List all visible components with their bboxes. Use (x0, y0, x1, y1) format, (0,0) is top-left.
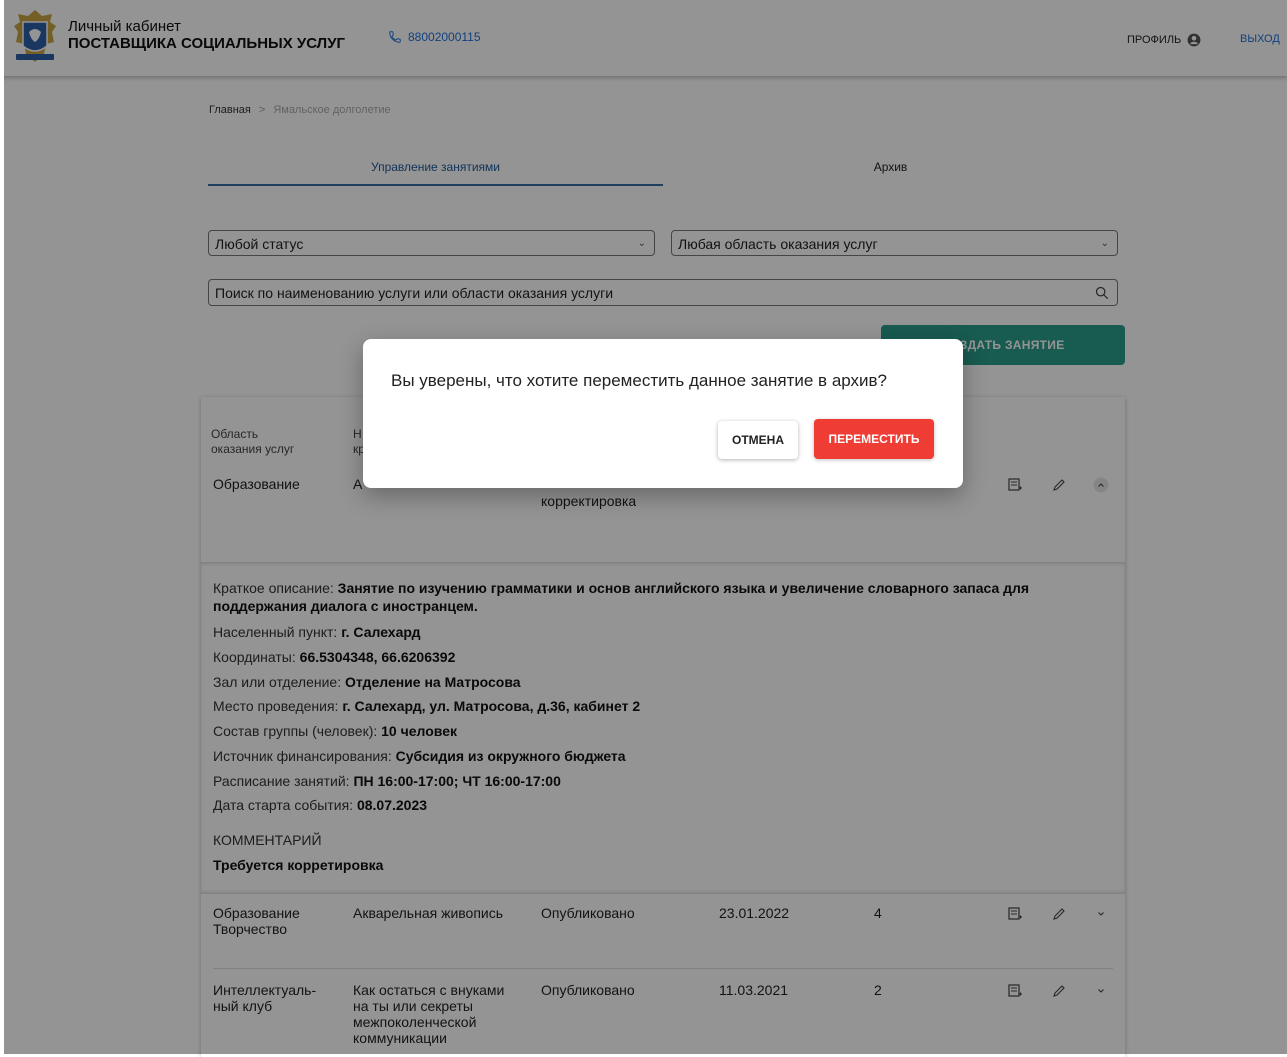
dialog-message: Вы уверены, что хотите переместить данно… (391, 371, 888, 390)
move-to-archive-button[interactable]: ПЕРЕМЕСТИТЬ (814, 419, 934, 459)
confirm-archive-dialog: Вы уверены, что хотите переместить данно… (363, 339, 963, 488)
modal-backdrop[interactable] (0, 0, 1287, 1054)
left-edge (0, 0, 4, 1054)
cancel-button[interactable]: ОТМЕНА (718, 421, 798, 459)
